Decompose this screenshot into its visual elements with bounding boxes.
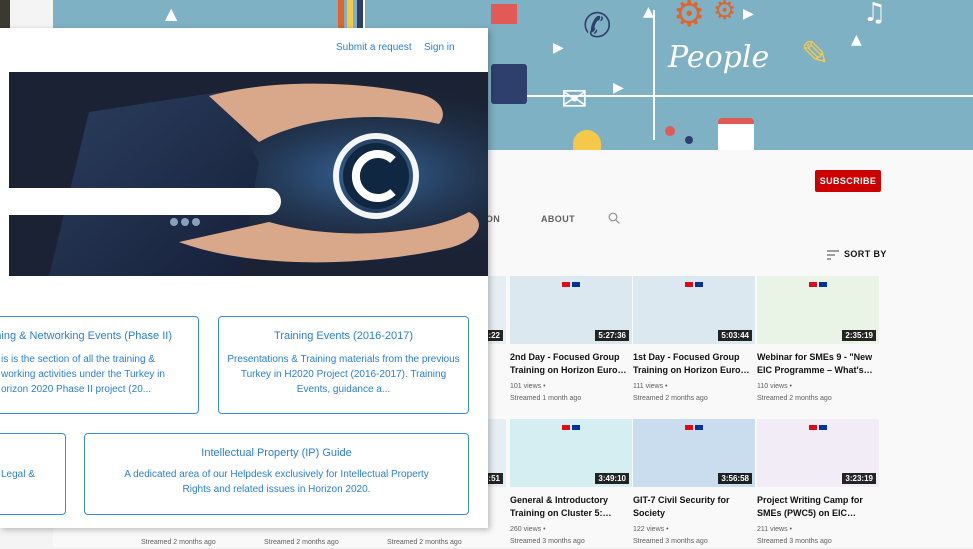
arrow-up-icon: ▲ — [643, 4, 654, 20]
phone-icon: ✆ — [583, 6, 612, 46]
video-streamed: Streamed 3 months ago — [633, 538, 708, 545]
music-icon: ♫ — [863, 0, 887, 28]
hero-image — [9, 72, 488, 276]
arrow-up-icon: ▲ — [851, 32, 862, 48]
submit-request-link[interactable]: Submit a request — [336, 42, 412, 53]
search-icon[interactable] — [608, 212, 620, 224]
category-card-networking-events[interactable]: ning & Networking Events (Phase II) is i… — [0, 316, 199, 414]
eu-flag-icon — [695, 425, 703, 430]
video-duration: 3:56:58 — [718, 473, 752, 484]
video-card[interactable]: 3:49:10 General & Introductory Training … — [510, 419, 632, 548]
lightbulb-icon — [573, 130, 601, 150]
sort-by-button[interactable]: SORT BY — [844, 249, 887, 259]
video-views: 110 views — [757, 383, 788, 390]
turkey-flag-icon — [685, 282, 693, 287]
turkey-flag-icon — [685, 425, 693, 430]
video-views: 111 views — [633, 383, 664, 390]
eu-flag-icon — [819, 425, 827, 430]
molecule-icon — [665, 126, 675, 136]
arrow-right-icon: ▶ — [743, 6, 754, 22]
video-views: 122 views — [633, 526, 665, 533]
turkey-flag-icon — [809, 425, 817, 430]
video-streamed: Streamed 2 months ago — [387, 539, 462, 546]
search-input[interactable] — [9, 188, 281, 215]
category-description: A dedicated area of our Helpdesk exclusi… — [124, 469, 429, 495]
video-thumbnail[interactable]: 3:56:58 — [633, 419, 755, 487]
video-title[interactable]: GIT-7 Civil Security for Society — [633, 494, 755, 520]
helpdesk-page: Submit a request Sign in ning & Networki… — [0, 28, 488, 528]
video-duration: 5:27:36 — [595, 330, 629, 341]
video-thumbnail[interactable]: 3:23:19 — [757, 419, 879, 487]
pencil-icon: ✎ — [801, 34, 830, 74]
video-duration: 3:23:19 — [842, 473, 876, 484]
gear-icon: ⚙ — [673, 0, 706, 35]
video-title[interactable]: 1st Day - Focused Group Training on Hori… — [633, 351, 755, 377]
arrow-right-icon: ▶ — [613, 80, 624, 96]
subscribe-button[interactable]: SUBSCRIBE — [815, 170, 881, 192]
video-duration: 5:03:44 — [718, 330, 752, 341]
video-card[interactable]: 5:03:44 1st Day - Focused Group Training… — [633, 276, 755, 405]
eu-flag-icon — [819, 282, 827, 287]
category-card-legal[interactable]: Legal & — [0, 433, 66, 515]
tab-about[interactable]: ABOUT — [541, 214, 575, 224]
video-title[interactable]: Webinar for SMEs 9 - "New EIC Programme … — [757, 351, 879, 377]
video-card[interactable]: 3:56:58 GIT-7 Civil Security for Society… — [633, 419, 755, 548]
sort-icon[interactable] — [827, 250, 839, 260]
turkey-flag-icon — [562, 425, 570, 430]
video-streamed: Streamed 3 months ago — [757, 538, 832, 545]
bar-icon — [338, 0, 344, 28]
video-card[interactable]: 2:35:19 Webinar for SMEs 9 - "New EIC Pr… — [757, 276, 879, 405]
video-duration: 2:35:19 — [842, 330, 876, 341]
category-description: is is the section of all the training & … — [1, 354, 165, 395]
eu-flag-icon — [695, 282, 703, 287]
sign-in-link[interactable]: Sign in — [424, 42, 455, 53]
turkey-flag-icon — [809, 282, 817, 287]
video-thumbnail[interactable]: 5:27:36 — [510, 276, 632, 344]
briefcase-icon — [491, 64, 527, 104]
video-views: 260 views — [510, 526, 542, 533]
category-card-ip-guide[interactable]: Intellectual Property (IP) Guide A dedic… — [84, 433, 469, 515]
category-title[interactable]: Intellectual Property (IP) Guide — [85, 447, 468, 459]
video-thumbnail[interactable]: 2:35:19 — [757, 276, 879, 344]
video-title[interactable]: 2nd Day - Focused Group Training on Hori… — [510, 351, 632, 377]
video-views: 101 views — [510, 383, 542, 390]
clipboard-icon — [718, 118, 754, 150]
banner-line — [653, 10, 655, 140]
video-title[interactable]: General & Introductory Training on Clust… — [510, 494, 632, 520]
video-streamed: Streamed 3 months ago — [510, 538, 585, 545]
banner-line — [363, 0, 365, 30]
video-title[interactable]: Project Writing Camp for SMEs (PWC5) on … — [757, 494, 879, 520]
video-thumbnail[interactable]: 5:03:44 — [633, 276, 755, 344]
category-title[interactable]: ning & Networking Events (Phase II) — [0, 330, 198, 342]
arrow-right-icon: ▶ — [553, 40, 564, 56]
eu-flag-icon — [572, 425, 580, 430]
video-card[interactable]: 5:27:36 2nd Day - Focused Group Training… — [510, 276, 632, 405]
video-duration: 3:49:10 — [595, 473, 629, 484]
mail-icon: ✉ — [561, 80, 588, 118]
bar-icon — [357, 0, 363, 28]
video-streamed: Streamed 2 months ago — [264, 539, 339, 546]
banner-people-text: People — [668, 40, 770, 75]
arrow-up-icon: ▲ — [165, 4, 178, 23]
copyright-hands-illustration — [9, 72, 488, 276]
category-title[interactable]: Training Events (2016-2017) — [219, 330, 468, 342]
gear-icon: ⚙ — [713, 0, 737, 26]
video-streamed: Streamed 2 months ago — [141, 539, 216, 546]
turkey-flag-icon — [562, 282, 570, 287]
eu-flag-icon — [572, 282, 580, 287]
video-views: 211 views — [757, 526, 788, 533]
book-icon — [491, 4, 517, 24]
category-description: Presentations & Training materials from … — [227, 354, 460, 395]
video-streamed: Streamed 2 months ago — [633, 395, 708, 402]
bar-icon — [347, 0, 353, 28]
molecule-icon — [685, 136, 693, 144]
category-description: Legal & — [1, 469, 35, 480]
video-streamed: Streamed 2 months ago — [757, 395, 832, 402]
category-card-training-events[interactable]: Training Events (2016-2017) Presentation… — [218, 316, 469, 414]
video-thumbnail[interactable]: 3:49:10 — [510, 419, 632, 487]
video-card[interactable]: 3:23:19 Project Writing Camp for SMEs (P… — [757, 419, 879, 548]
video-streamed: Streamed 1 month ago — [510, 395, 582, 402]
